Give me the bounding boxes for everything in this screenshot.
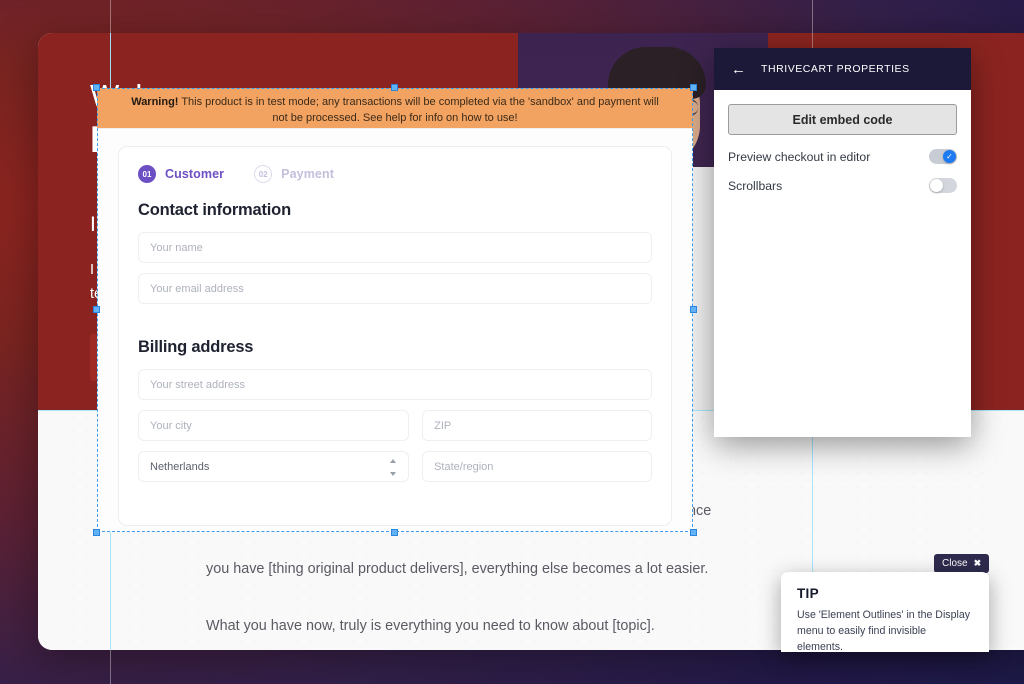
tip-title: TIP	[797, 586, 819, 601]
resize-handle-top-left[interactable]	[93, 84, 100, 91]
state-region-input[interactable]: State/region	[422, 451, 652, 482]
thrivecart-embed[interactable]: Warning! This product is in test mode; a…	[93, 84, 697, 536]
properties-panel-header: ← THRIVECART PROPERTIES	[714, 48, 971, 90]
step-payment-number: 02	[254, 165, 273, 183]
zip-input[interactable]: ZIP	[422, 410, 652, 441]
resize-handle-top-right[interactable]	[690, 84, 697, 91]
tip-text: Use 'Element Outlines' in the Display me…	[797, 609, 971, 653]
tip-close-label: Close	[942, 558, 968, 569]
street-address-input[interactable]: Your street address	[138, 369, 652, 400]
resize-handle-middle-left[interactable]	[93, 306, 100, 313]
billing-address-title: Billing address	[138, 338, 254, 356]
thrivecart-properties-panel: ← THRIVECART PROPERTIES Edit embed code …	[714, 48, 971, 437]
step-payment-label: Payment	[281, 167, 334, 181]
tip-popup: TIP Use 'Element Outlines' in the Displa…	[781, 572, 989, 653]
checkout-steps: 01 Customer 02 Payment	[138, 165, 652, 183]
editor-root: Wel Dig I'm D I help b teams you have [t…	[0, 0, 1024, 684]
arrow-left-icon[interactable]: ←	[731, 62, 746, 77]
scrollbars-row: Scrollbars	[728, 178, 957, 193]
preview-checkout-row: Preview checkout in editor ✓	[728, 149, 957, 164]
properties-panel-title: THRIVECART PROPERTIES	[761, 63, 910, 75]
resize-handle-bottom-right[interactable]	[690, 529, 697, 536]
step-customer[interactable]: 01 Customer	[138, 165, 224, 183]
resize-handle-bottom-left[interactable]	[93, 529, 100, 536]
city-input[interactable]: Your city	[138, 410, 410, 441]
scrollbars-toggle[interactable]	[929, 178, 957, 193]
country-state-row: Netherlands State/region	[138, 451, 652, 492]
country-select[interactable]: Netherlands	[138, 451, 410, 482]
warning-label: Warning!	[131, 96, 179, 108]
step-payment[interactable]: 02 Payment	[254, 165, 334, 183]
preview-checkout-label: Preview checkout in editor	[728, 149, 871, 164]
checkout-form: 01 Customer 02 Payment Contact informati…	[118, 146, 672, 526]
resize-handle-bottom-center[interactable]	[391, 529, 398, 536]
step-customer-label: Customer	[165, 167, 225, 181]
contact-information-title: Contact information	[138, 201, 291, 219]
scrollbars-label: Scrollbars	[728, 178, 783, 193]
resize-handle-top-center[interactable]	[391, 84, 398, 91]
tip-close-button[interactable]: Close ✖	[934, 554, 990, 573]
step-customer-number: 01	[138, 165, 156, 183]
country-select-value: Netherlands	[150, 460, 210, 473]
edit-embed-code-button[interactable]: Edit embed code	[728, 104, 957, 135]
checkout-card: 01 Customer 02 Payment Contact informati…	[97, 128, 693, 532]
email-input[interactable]: Your email address	[138, 273, 652, 304]
preview-checkout-toggle[interactable]: ✓	[929, 149, 957, 164]
vertical-guide-right	[812, 0, 813, 48]
close-icon: ✖	[973, 558, 982, 568]
resize-handle-middle-right[interactable]	[690, 306, 697, 313]
properties-panel-body: Edit embed code Preview checkout in edit…	[714, 90, 971, 193]
warning-text: This product is in test mode; any transa…	[178, 96, 659, 124]
city-zip-row: Your city ZIP	[138, 410, 652, 451]
chevron-updown-icon	[389, 459, 397, 476]
test-mode-warning: Warning! This product is in test mode; a…	[97, 88, 693, 128]
name-input[interactable]: Your name	[138, 232, 652, 263]
